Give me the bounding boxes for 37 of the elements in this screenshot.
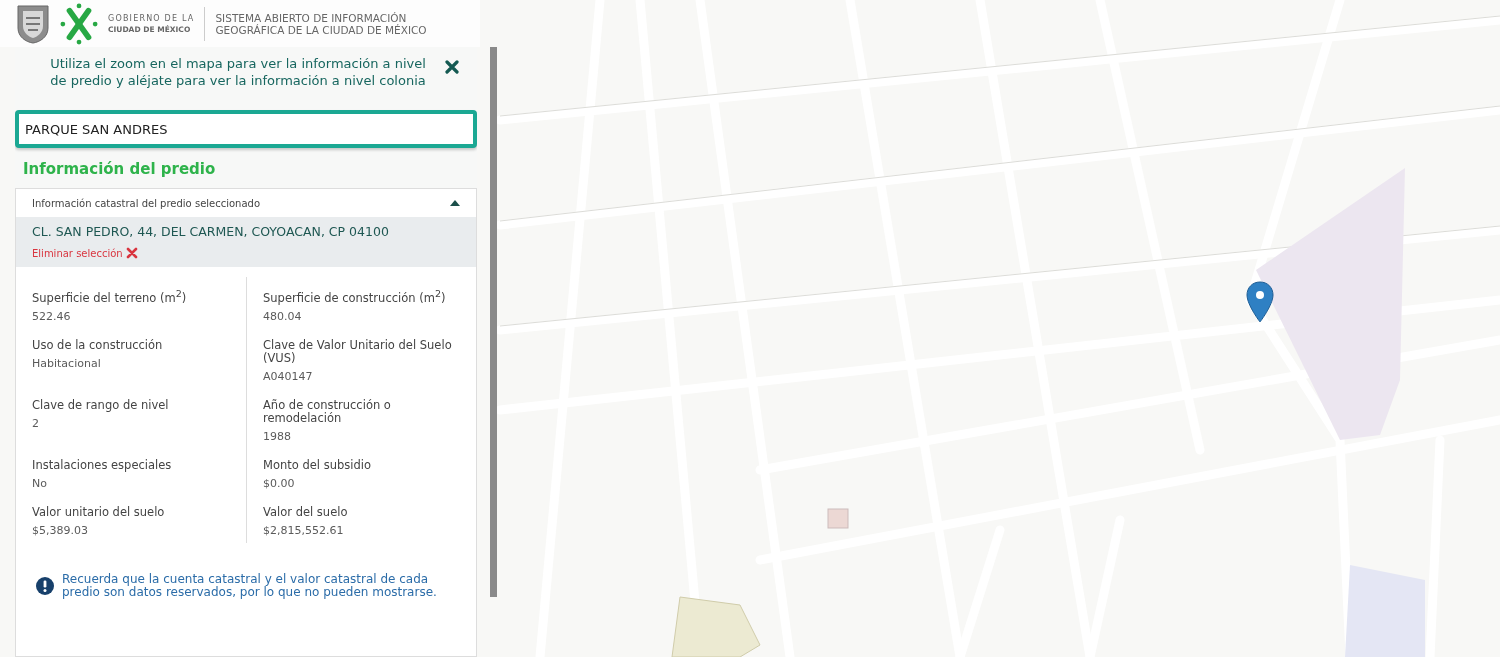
notice-text: Recuerda que la cuenta catastral y el valor catastral de cada predio son datos reservados, por lo que no pueden mostrarse. bbox=[62, 572, 438, 599]
field-value: $5,389.03 bbox=[32, 523, 89, 537]
search-field[interactable]: PARQUE SAN ANDRES bbox=[15, 110, 477, 148]
system-title: SISTEMA ABIERTO DE INFORMACIÓN bbox=[215, 11, 408, 24]
map-pin-icon[interactable] bbox=[1246, 281, 1274, 323]
field-label: Valor del suelo bbox=[263, 505, 349, 519]
clear-selection-link[interactable]: Eliminar selección bbox=[32, 247, 123, 259]
field-label: Monto del subsidio bbox=[263, 458, 372, 472]
field-label: Clave de rango de nivel bbox=[32, 398, 170, 412]
field-label: Uso de la construcción bbox=[32, 338, 164, 352]
close-icon[interactable] bbox=[445, 60, 459, 74]
system-title: GEOGRÁFICA DE LA CIUDAD DE MÉXICO bbox=[215, 23, 427, 36]
field-value: 480.04 bbox=[263, 309, 303, 323]
knot-logo-icon bbox=[60, 2, 98, 45]
field-value: $0.00 bbox=[263, 476, 296, 490]
field-value: Habitacional bbox=[32, 356, 102, 370]
brand-line: GOBIERNO DE LA bbox=[108, 12, 195, 24]
field-label: Año de construcción o remodelación bbox=[263, 398, 392, 425]
info-icon bbox=[36, 576, 54, 595]
accordion-header[interactable]: Información catastral del predio seleccionado bbox=[16, 189, 476, 217]
address-text: CL. SAN PEDRO, 44, DEL CARMEN, COYOACAN, CP 04100 bbox=[32, 224, 390, 239]
field-label: Clave de Valor Unitario del Suelo (VUS) bbox=[263, 338, 453, 365]
field-value: 2 bbox=[32, 416, 40, 430]
field-value: No bbox=[32, 476, 48, 490]
close-icon[interactable] bbox=[125, 247, 138, 259]
field-value: 1988 bbox=[263, 429, 292, 443]
field-label: Instalaciones especiales bbox=[32, 458, 173, 472]
field-label: Valor unitario del suelo bbox=[32, 505, 166, 519]
coat-of-arms-icon bbox=[16, 3, 50, 44]
field-value: A040147 bbox=[263, 369, 314, 383]
section-title: Información del predio bbox=[22, 159, 217, 180]
field-label: Superficie de construcción (m$^{2}$) bbox=[263, 287, 447, 305]
field-value: 522.46 bbox=[32, 309, 72, 323]
scrollbar[interactable] bbox=[490, 47, 497, 597]
field-value: $2,815,552.61 bbox=[263, 523, 345, 537]
field-label: Superficie del terreno (m$^{2}$) bbox=[32, 287, 188, 305]
hint-text: Utiliza el zoom en el mapa para ver la información a nivel de predio y aléjate para ver la información a nivel colonia bbox=[49, 55, 427, 89]
